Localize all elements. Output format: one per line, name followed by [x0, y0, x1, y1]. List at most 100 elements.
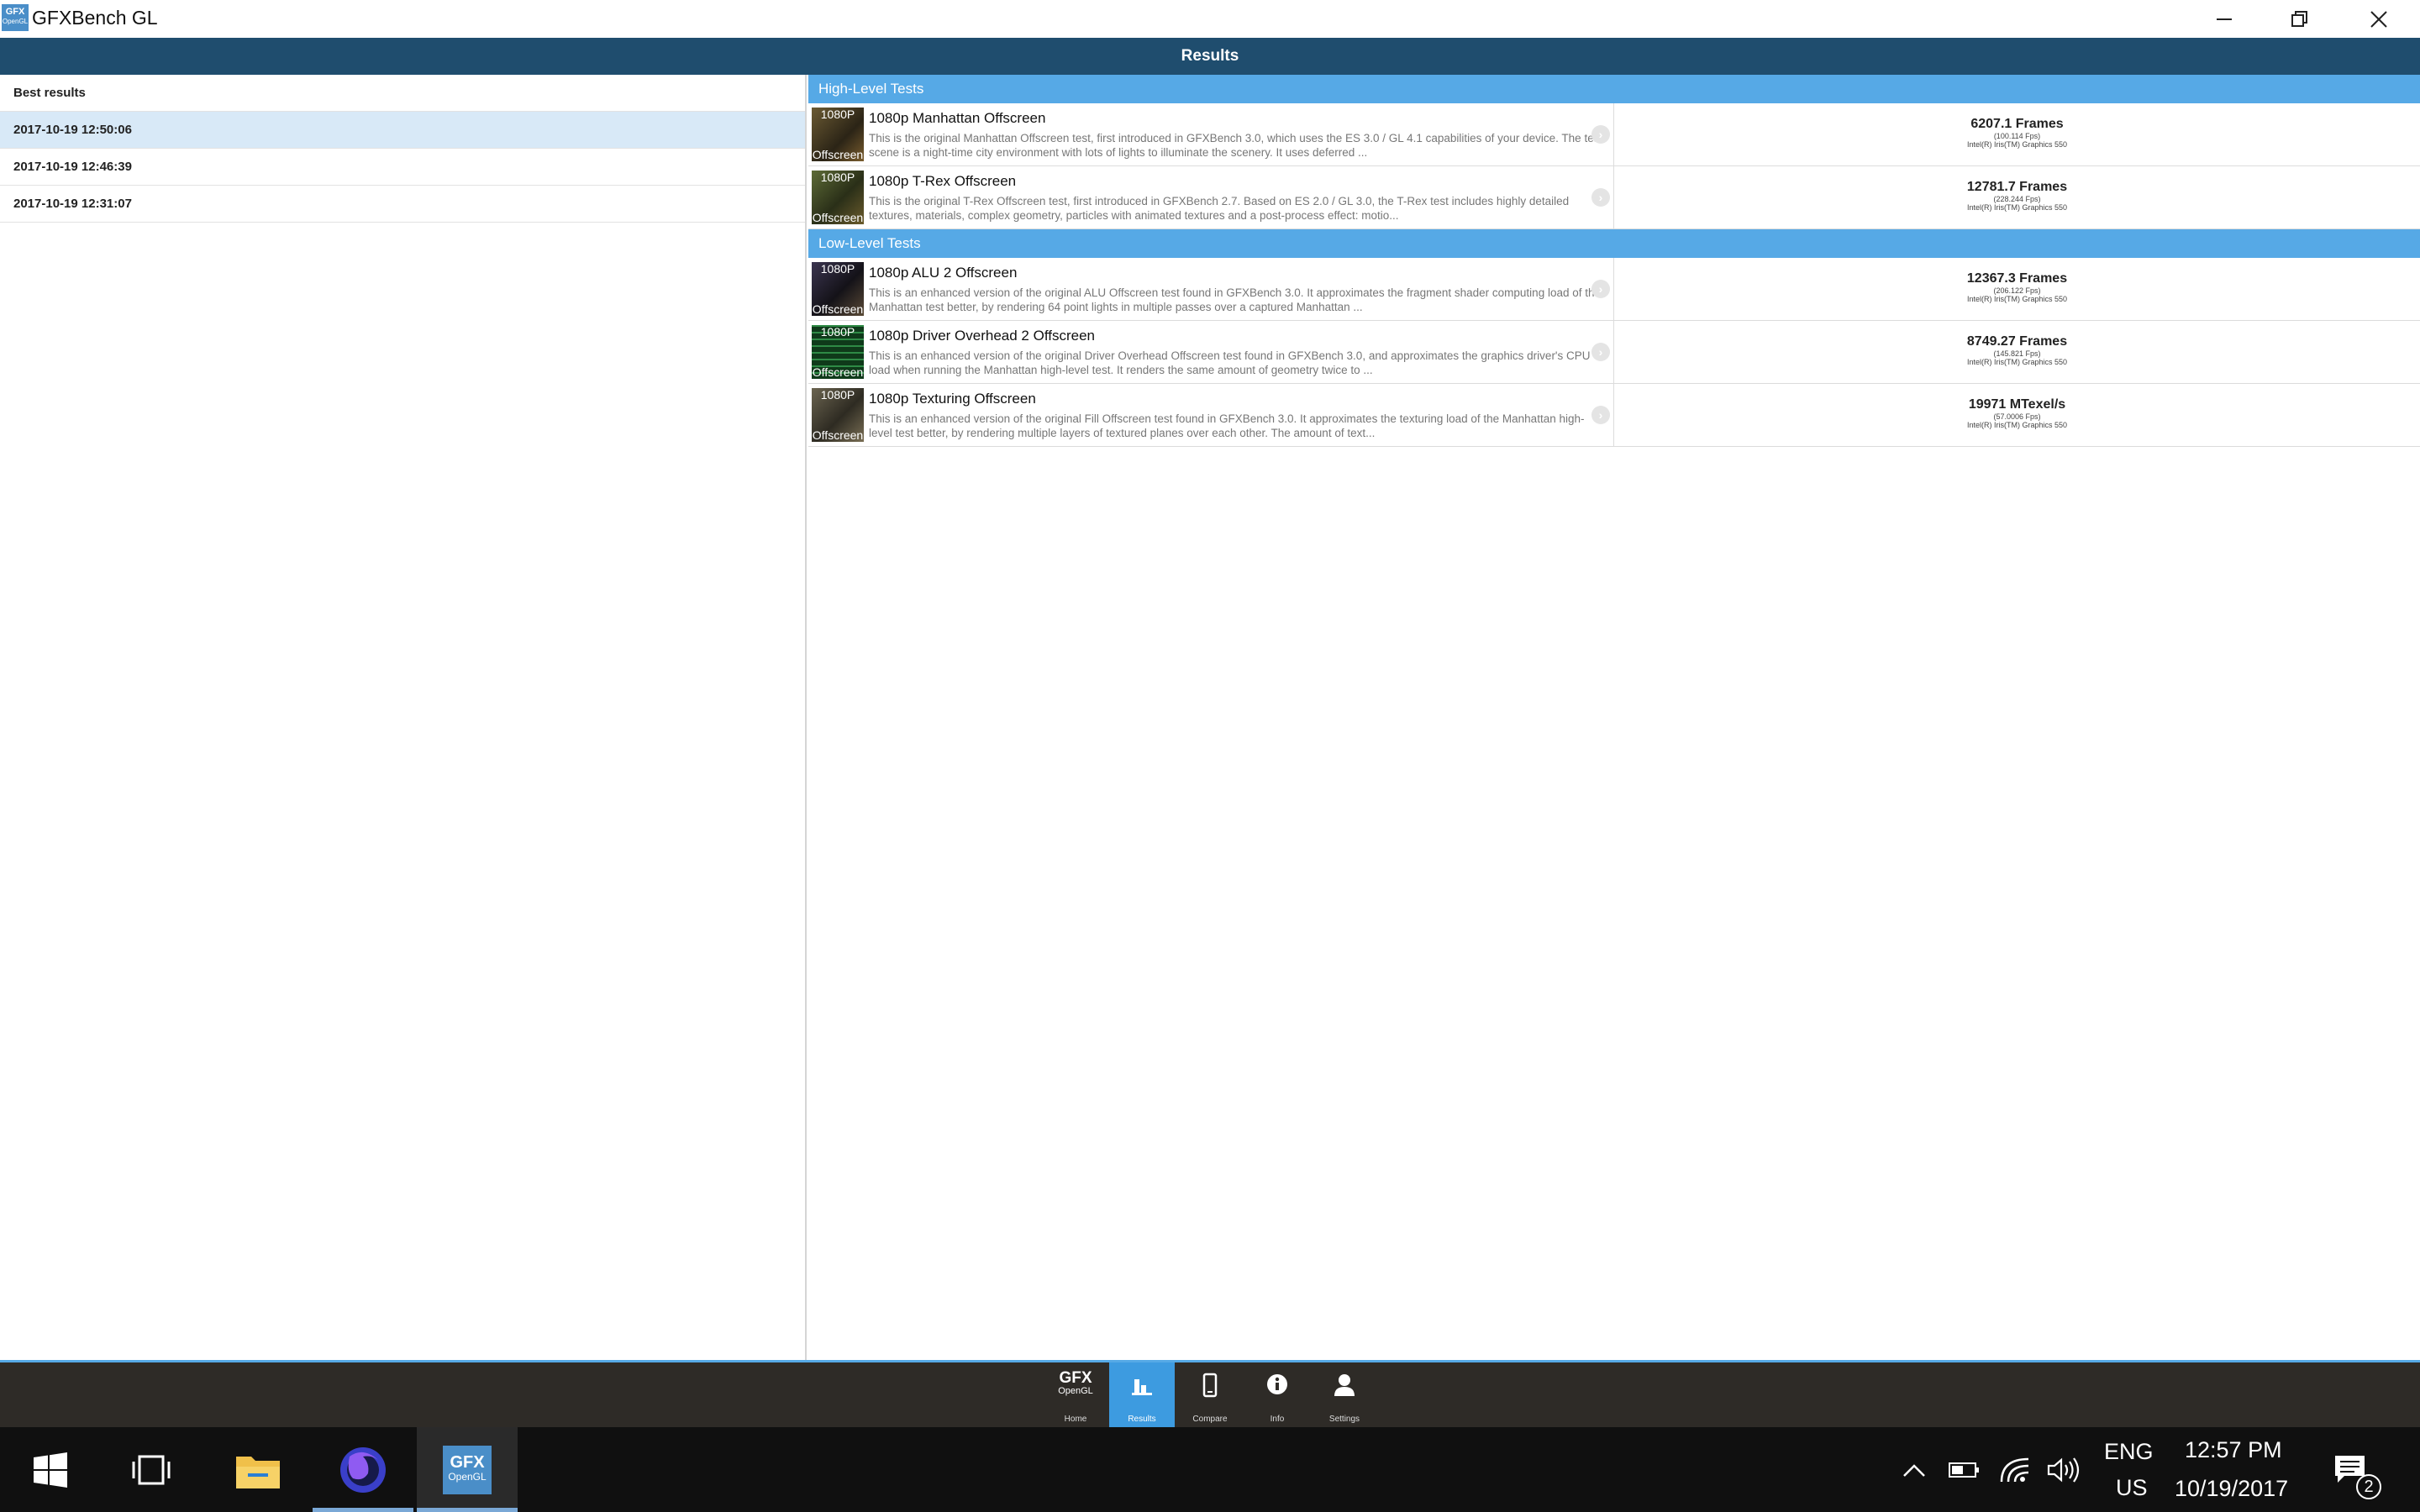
- firefox-nightly-button[interactable]: [313, 1427, 413, 1512]
- score-value: 19971 MTexel/s: [1968, 397, 2066, 412]
- volume-button[interactable]: [2040, 1427, 2087, 1512]
- task-view-icon: [132, 1455, 171, 1484]
- show-hidden-icons-button[interactable]: [1891, 1427, 1938, 1512]
- network-button[interactable]: [1991, 1427, 2039, 1512]
- result-run-item[interactable]: 2017-10-19 12:31:07: [0, 186, 805, 223]
- section-low-level-tests: Low-Level Tests: [808, 229, 2420, 258]
- test-thumbnail: 1080P Offscreen: [812, 171, 864, 224]
- gfxbench-taskbar-button[interactable]: GFX OpenGL: [417, 1427, 518, 1512]
- test-description: This is the original Manhattan Offscreen…: [869, 132, 1603, 159]
- test-score: 6207.1 Frames (100.114 Fps) Intel(R) Iri…: [1613, 103, 2420, 165]
- minimize-icon: [2217, 18, 2232, 20]
- thumb-label-resolution: 1080P: [820, 388, 855, 402]
- task-view-button[interactable]: [101, 1427, 202, 1512]
- details-arrow-icon[interactable]: ›: [1591, 188, 1610, 207]
- nav-results-label: Results: [1128, 1415, 1156, 1424]
- test-thumbnail: 1080P Offscreen: [812, 108, 864, 161]
- nav-results[interactable]: Results: [1109, 1362, 1175, 1427]
- thumb-label-resolution: 1080P: [820, 325, 855, 339]
- app-logo: GFX OpenGL: [2, 4, 29, 31]
- result-run-item[interactable]: 2017-10-19 12:46:39: [0, 149, 805, 186]
- restore-button[interactable]: [2262, 0, 2338, 38]
- test-name: 1080p T-Rex Offscreen: [869, 173, 1017, 189]
- info-icon: [1267, 1374, 1287, 1394]
- nav-compare-label: Compare: [1192, 1415, 1228, 1424]
- notification-count-badge: 2: [2356, 1474, 2381, 1499]
- folder-icon: [236, 1456, 280, 1488]
- running-indicator: [417, 1508, 518, 1512]
- nav-settings[interactable]: Settings: [1312, 1362, 1377, 1427]
- nav-logo-top: GFX: [1059, 1369, 1092, 1387]
- best-results-title: Best results: [0, 75, 805, 112]
- running-indicator: [313, 1508, 413, 1512]
- score-gpu: Intel(R) Iris(TM) Graphics 550: [1966, 295, 2068, 303]
- test-row-manhattan[interactable]: 1080P Offscreen 1080p Manhattan Offscree…: [808, 103, 2420, 166]
- windows-logo-icon: [34, 1452, 67, 1488]
- details-arrow-icon[interactable]: ›: [1591, 343, 1610, 361]
- test-results-panel: High-Level Tests 1080P Offscreen 1080p M…: [808, 75, 2420, 1360]
- nav-home-label: Home: [1064, 1415, 1087, 1424]
- close-button[interactable]: [2341, 0, 2417, 38]
- test-description: This is an enhanced version of the origi…: [869, 286, 1602, 313]
- app-logo-top: GFX: [5, 7, 25, 17]
- nav-compare[interactable]: Compare: [1177, 1362, 1243, 1427]
- window-title: GFXBench GL: [32, 7, 158, 29]
- score-value: 12781.7 Frames: [1966, 180, 2068, 194]
- test-row-trex[interactable]: 1080P Offscreen 1080p T-Rex Offscreen Th…: [808, 166, 2420, 229]
- results-header: Results: [0, 38, 2420, 75]
- details-arrow-icon[interactable]: ›: [1591, 280, 1610, 298]
- close-icon: [2370, 10, 2387, 28]
- app-logo-bottom: OpenGL: [2, 18, 29, 25]
- best-results-panel: Best results 2017-10-19 12:50:06 2017-10…: [0, 75, 807, 1360]
- battery-icon: [1949, 1462, 1979, 1478]
- score-gpu: Intel(R) Iris(TM) Graphics 550: [1966, 358, 2068, 366]
- language-indicator[interactable]: ENG: [2104, 1439, 2154, 1465]
- firefox-icon: [340, 1446, 386, 1493]
- score-value: 8749.27 Frames: [1966, 334, 2068, 349]
- score-fps: (206.122 Fps): [1993, 286, 2041, 295]
- bar-chart-icon: [1132, 1379, 1152, 1395]
- action-center-button[interactable]: 2: [2323, 1427, 2381, 1512]
- details-arrow-icon[interactable]: ›: [1591, 406, 1610, 424]
- phone-icon: [1202, 1373, 1218, 1398]
- clock-time[interactable]: 12:57 PM: [2185, 1437, 2282, 1463]
- test-row-alu2[interactable]: 1080P Offscreen 1080p ALU 2 Offscreen Th…: [808, 258, 2420, 321]
- chevron-up-icon: [1903, 1463, 1925, 1477]
- test-name: 1080p Manhattan Offscreen: [869, 110, 1046, 126]
- minimize-button[interactable]: [2186, 0, 2262, 38]
- bottom-navigation: GFX OpenGL Home Results Compare Info Set…: [0, 1360, 2420, 1427]
- start-button[interactable]: [0, 1427, 101, 1512]
- user-icon: [1334, 1374, 1355, 1396]
- test-score: 12781.7 Frames (228.244 Fps) Intel(R) Ir…: [1613, 166, 2420, 228]
- test-row-driver-overhead[interactable]: 1080P Offscreen 1080p Driver Overhead 2 …: [808, 321, 2420, 384]
- taskbar-logo-top: GFX: [450, 1452, 485, 1472]
- file-explorer-button[interactable]: [208, 1427, 308, 1512]
- windows-taskbar: GFX OpenGL ENG US 12:57 PM 10/19/2017 2: [0, 1427, 2420, 1512]
- speaker-icon: [2047, 1457, 2080, 1483]
- nav-info[interactable]: Info: [1244, 1362, 1310, 1427]
- thumb-label-mode: Offscreen: [812, 148, 864, 161]
- thumb-label-mode: Offscreen: [812, 302, 864, 316]
- test-name: 1080p ALU 2 Offscreen: [869, 265, 1018, 281]
- nav-home[interactable]: GFX OpenGL Home: [1043, 1362, 1108, 1427]
- thumb-label-mode: Offscreen: [812, 365, 864, 379]
- thumb-label-resolution: 1080P: [820, 171, 855, 184]
- clock-date[interactable]: 10/19/2017: [2175, 1476, 2288, 1502]
- test-row-texturing[interactable]: 1080P Offscreen 1080p Texturing Offscree…: [808, 384, 2420, 447]
- details-arrow-icon[interactable]: ›: [1591, 125, 1610, 144]
- result-run-item[interactable]: 2017-10-19 12:50:06: [0, 112, 805, 149]
- test-description: This is the original T-Rex Offscreen tes…: [869, 195, 1570, 222]
- test-description: This is an enhanced version of the origi…: [869, 412, 1585, 439]
- battery-button[interactable]: [1941, 1427, 1988, 1512]
- region-indicator[interactable]: US: [2116, 1475, 2148, 1501]
- section-high-level-tests: High-Level Tests: [808, 75, 2420, 103]
- test-score: 8749.27 Frames (145.821 Fps) Intel(R) Ir…: [1613, 321, 2420, 383]
- test-thumbnail: 1080P Offscreen: [812, 388, 864, 442]
- score-fps: (228.244 Fps): [1993, 195, 2041, 203]
- test-name: 1080p Driver Overhead 2 Offscreen: [869, 328, 1095, 344]
- thumb-label-resolution: 1080P: [820, 262, 855, 276]
- taskbar-logo-bottom: OpenGL: [448, 1470, 487, 1483]
- score-value: 12367.3 Frames: [1966, 271, 2068, 286]
- score-fps: (145.821 Fps): [1993, 349, 2041, 358]
- thumb-label-mode: Offscreen: [812, 428, 864, 442]
